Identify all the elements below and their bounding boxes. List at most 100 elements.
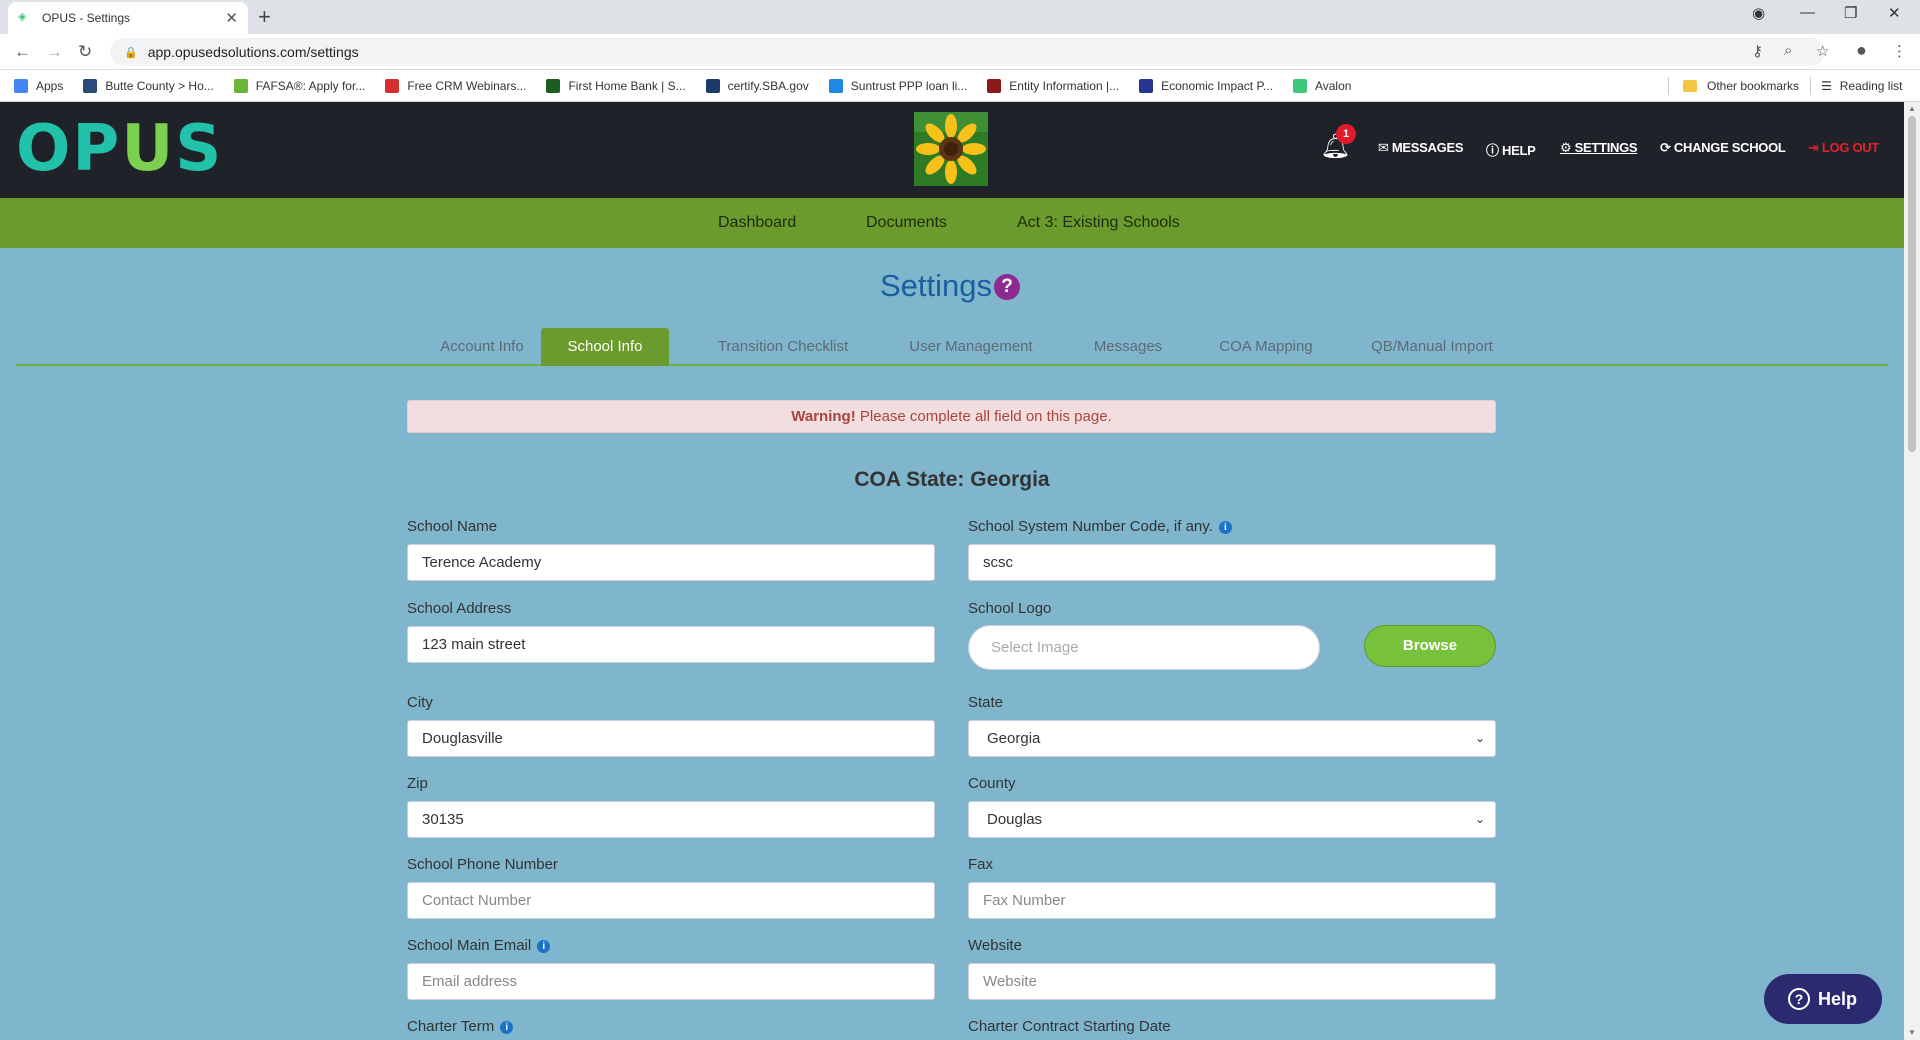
nav-act3-existing-schools[interactable]: Act 3: Existing Schools xyxy=(1017,214,1180,232)
info-icon[interactable]: i xyxy=(537,939,551,953)
scroll-up-arrow-icon[interactable]: ▲ xyxy=(1908,104,1916,113)
bookmark-star-icon[interactable]: ☆ xyxy=(1816,42,1829,60)
info-icon[interactable]: i xyxy=(500,1020,514,1034)
charter-start-label: Charter Contract Starting Date xyxy=(968,1018,1171,1035)
other-bookmarks[interactable]: Other bookmarks xyxy=(1668,70,1799,102)
bookmark-item[interactable]: certify.SBA.gov xyxy=(696,78,819,93)
zoom-icon[interactable]: ⌕ xyxy=(1784,42,1792,59)
school-name-label: School Name xyxy=(407,518,498,535)
info-icon[interactable]: i xyxy=(1218,520,1232,534)
account-icon[interactable]: ● xyxy=(1856,40,1867,61)
change-school-link[interactable]: ⟳ CHANGE SCHOOL xyxy=(1660,140,1786,156)
browser-tab[interactable]: ◈ OPUS - Settings ✕ xyxy=(8,2,248,34)
school-logo-image xyxy=(914,112,988,186)
bookmark-favicon-icon xyxy=(987,78,1002,93)
reload-icon[interactable]: ↻ xyxy=(78,42,92,62)
fax-input[interactable] xyxy=(968,882,1496,919)
bookmark-item[interactable]: Butte County > Ho... xyxy=(73,78,223,93)
messages-link[interactable]: ✉ MESSAGES xyxy=(1378,140,1464,156)
bookmark-favicon-icon xyxy=(828,78,843,93)
school-name-input[interactable]: Terence Academy xyxy=(407,544,935,581)
minimize-icon[interactable]: — xyxy=(1800,4,1815,21)
folder-icon xyxy=(1683,80,1697,92)
key-icon[interactable]: ⚷ xyxy=(1752,42,1763,60)
tab-school-info[interactable]: School Info xyxy=(541,328,669,366)
tab-transition-checklist[interactable]: Transition Checklist xyxy=(698,328,868,366)
scrollbar-thumb[interactable] xyxy=(1908,116,1916,452)
question-circle-icon: ⓘ xyxy=(1486,143,1503,158)
address-input[interactable]: 123 main street xyxy=(407,626,935,663)
county-select[interactable]: Douglas ⌄ xyxy=(968,801,1496,838)
settings-link[interactable]: ⚙ SETTINGS xyxy=(1560,140,1638,156)
tab-messages[interactable]: Messages xyxy=(1072,328,1184,366)
app-header: OPUS 🔔︎ 1 ✉ MESSAGES ⓘ HELP ⚙ SETTINGS ⟳… xyxy=(0,102,1904,198)
divider xyxy=(1668,77,1669,95)
logout-link[interactable]: ⇥ LOG OUT xyxy=(1808,140,1879,156)
help-widget-button[interactable]: ? Help xyxy=(1764,974,1882,1024)
school-logo-label: School Logo xyxy=(968,600,1052,617)
coa-state-heading: COA State: Georgia xyxy=(854,468,1050,491)
main-nav: Dashboard Documents Act 3: Existing Scho… xyxy=(0,198,1904,248)
select-image-input[interactable]: Select Image xyxy=(968,625,1320,670)
tab-user-management[interactable]: User Management xyxy=(884,328,1058,366)
scroll-down-arrow-icon[interactable]: ▼ xyxy=(1908,1028,1916,1037)
email-label: School Main Email i xyxy=(407,937,551,954)
website-label: Website xyxy=(968,937,1022,954)
warning-label: Warning! xyxy=(791,408,856,425)
state-select[interactable]: Georgia ⌄ xyxy=(968,720,1496,757)
page-title: Settings xyxy=(880,268,993,303)
page-scrollbar[interactable]: ▲ ▼ xyxy=(1904,102,1920,1040)
opus-favicon-icon: ◈ xyxy=(18,11,27,23)
bookmark-item[interactable]: First Home Bank | S... xyxy=(536,78,695,93)
tab-coa-mapping[interactable]: COA Mapping xyxy=(1198,328,1334,366)
browse-button[interactable]: Browse xyxy=(1364,625,1496,667)
profile-menu-icon[interactable]: ◉ xyxy=(1752,4,1765,22)
bookmark-favicon-icon xyxy=(233,78,248,93)
url-text: app.opusedsolutions.com/settings xyxy=(147,44,359,60)
system-code-input[interactable]: scsc xyxy=(968,544,1496,581)
email-input[interactable] xyxy=(407,963,935,1000)
bookmark-favicon-icon xyxy=(546,78,561,93)
state-label: State xyxy=(968,694,1004,711)
opus-logo[interactable]: OPUS xyxy=(16,114,223,184)
bookmark-item[interactable]: Entity Information |... xyxy=(977,78,1129,93)
tab-account-info[interactable]: Account Info xyxy=(414,328,550,366)
address-bar-row: ← → ↻ 🔒 app.opusedsolutions.com/settings… xyxy=(0,34,1920,70)
lock-icon[interactable]: 🔒 xyxy=(124,46,138,59)
chevron-down-icon: ⌄ xyxy=(1474,812,1485,826)
reading-list[interactable]: ☰ Reading list xyxy=(1810,70,1902,102)
apps-grid-icon xyxy=(14,78,28,93)
close-window-icon[interactable]: ✕ xyxy=(1888,4,1901,22)
bookmark-item[interactable]: Economic Impact P... xyxy=(1129,78,1283,93)
bookmarks-bar: Apps Butte County > Ho... FAFSA®: Apply … xyxy=(0,70,1920,102)
chrome-menu-icon[interactable]: ⋮ xyxy=(1892,42,1907,60)
bookmark-item[interactable]: Avalon xyxy=(1283,78,1361,93)
tab-title: OPUS - Settings xyxy=(42,11,131,25)
bookmark-item[interactable]: Free CRM Webinars... xyxy=(375,78,536,93)
help-question-icon[interactable]: ? xyxy=(994,274,1020,300)
nav-documents[interactable]: Documents xyxy=(866,214,947,232)
new-tab-button[interactable]: + xyxy=(258,4,271,30)
city-label: City xyxy=(407,694,433,711)
bookmark-favicon-icon xyxy=(83,78,98,93)
bookmark-item[interactable]: Suntrust PPP loan li... xyxy=(819,78,978,93)
browser-tab-strip: ◈ OPUS - Settings ✕ + ◉ — ❐ ✕ xyxy=(0,0,1920,34)
address-label: School Address xyxy=(407,600,512,617)
help-link[interactable]: ⓘ HELP xyxy=(1486,140,1536,159)
website-input[interactable] xyxy=(968,963,1496,1000)
city-input[interactable]: Douglasville xyxy=(407,720,935,757)
zip-input[interactable]: 30135 xyxy=(407,801,935,838)
url-bar[interactable]: 🔒 app.opusedsolutions.com/settings xyxy=(110,38,1825,66)
nav-dashboard[interactable]: Dashboard xyxy=(718,214,796,232)
close-tab-icon[interactable]: ✕ xyxy=(225,9,238,27)
tab-qb-manual-import[interactable]: QB/Manual Import xyxy=(1350,328,1514,366)
restore-icon[interactable]: ❐ xyxy=(1844,4,1857,22)
phone-input[interactable] xyxy=(407,882,935,919)
phone-label: School Phone Number xyxy=(407,856,558,873)
logout-icon: ⇥ xyxy=(1808,140,1822,155)
bookmark-item[interactable]: Apps xyxy=(0,78,73,93)
back-icon[interactable]: ← xyxy=(14,42,31,62)
forward-icon[interactable]: → xyxy=(46,42,63,62)
reading-list-icon: ☰ xyxy=(1821,79,1832,93)
bookmark-item[interactable]: FAFSA®: Apply for... xyxy=(224,78,376,93)
